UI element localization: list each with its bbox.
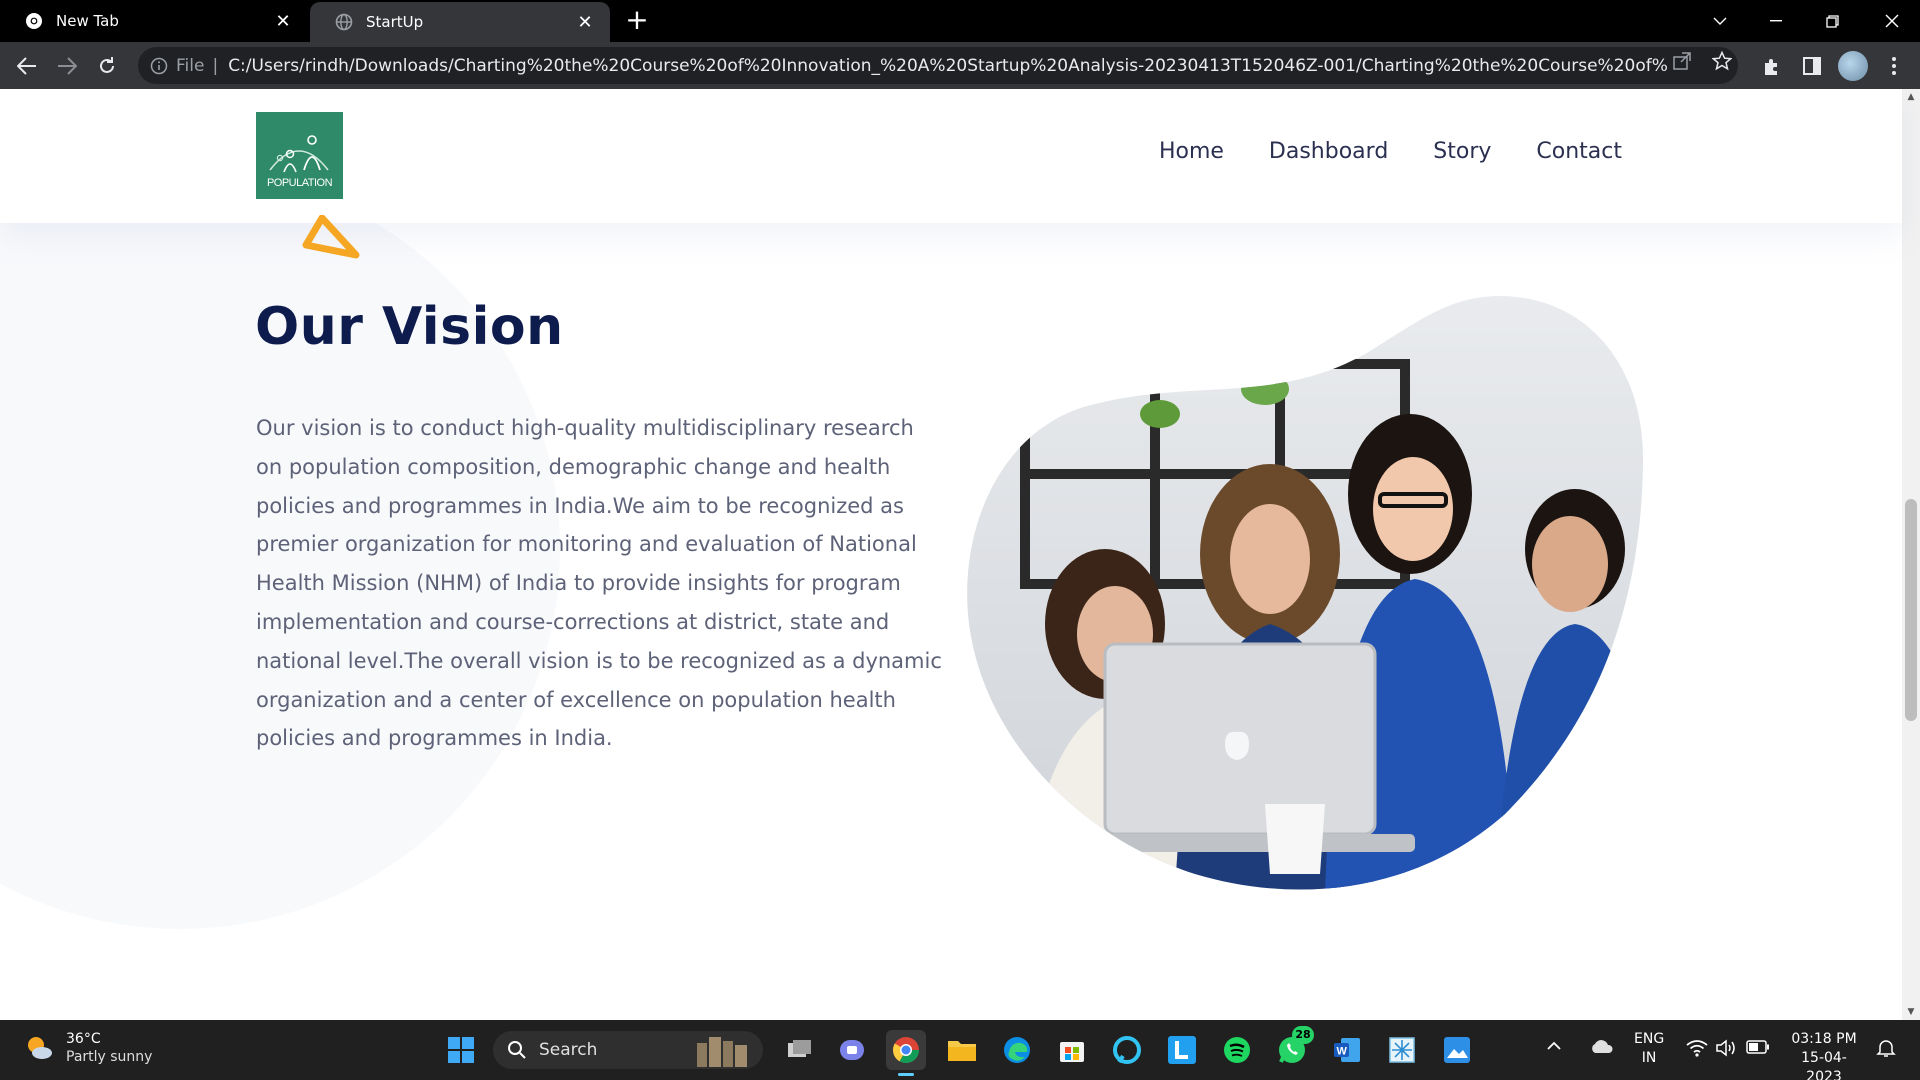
- scroll-thumb[interactable]: [1905, 499, 1917, 721]
- share-icon[interactable]: [1672, 51, 1692, 71]
- site-info-button[interactable]: File |: [150, 56, 228, 76]
- close-icon[interactable]: ✕: [574, 11, 596, 33]
- word-icon[interactable]: W: [1327, 1030, 1367, 1070]
- taskbar-search[interactable]: Search: [493, 1031, 763, 1069]
- file-explorer-icon[interactable]: [942, 1030, 982, 1070]
- active-indicator: [898, 1073, 914, 1076]
- onedrive-cloud-icon[interactable]: [1590, 1038, 1614, 1060]
- scroll-up-arrow-icon[interactable]: ▲: [1902, 89, 1920, 105]
- teams-chat-icon[interactable]: [832, 1030, 872, 1070]
- windows-taskbar: 36°C Partly sunny Search 28 W ENG IN 03:…: [0, 1020, 1920, 1080]
- nav-story[interactable]: Story: [1433, 139, 1491, 164]
- battery-icon[interactable]: [1746, 1040, 1770, 1060]
- extensions-puzzle-icon[interactable]: [1756, 50, 1788, 82]
- reload-icon[interactable]: [91, 50, 123, 82]
- tab-title: New Tab: [56, 12, 119, 30]
- windows-start-icon[interactable]: [441, 1030, 481, 1070]
- notification-bell-icon[interactable]: [1876, 1038, 1896, 1064]
- logo-text: POPULATION: [266, 177, 333, 189]
- nav-dashboard[interactable]: Dashboard: [1269, 139, 1388, 164]
- tab-search-chevron-icon[interactable]: [1692, 0, 1748, 42]
- photos-icon[interactable]: [1437, 1030, 1477, 1070]
- kebab-menu-icon[interactable]: [1878, 50, 1910, 82]
- nav-contact[interactable]: Contact: [1536, 139, 1622, 164]
- browser-tab-strip: New Tab ✕ StartUp ✕ +: [0, 0, 1920, 42]
- back-arrow-icon[interactable]: [11, 50, 43, 82]
- page-viewport: POPULATION Home Dashboard Story Contact …: [0, 89, 1920, 1020]
- url-text: C:/Users/rindh/Downloads/Charting%20the%…: [228, 55, 1669, 76]
- tab-title: StartUp: [366, 13, 424, 31]
- show-hidden-icons-chevron-icon[interactable]: [1546, 1038, 1562, 1057]
- microsoft-store-icon[interactable]: [1052, 1030, 1092, 1070]
- region-code: IN: [1641, 1050, 1657, 1066]
- page-scrollbar[interactable]: ▲ ▼: [1902, 89, 1920, 1020]
- snipping-tool-icon[interactable]: [1382, 1030, 1422, 1070]
- globe-icon: [334, 12, 354, 32]
- close-window-icon[interactable]: [1864, 0, 1920, 42]
- address-separator: |: [212, 55, 219, 76]
- spotify-icon[interactable]: [1217, 1030, 1257, 1070]
- whatsapp-icon[interactable]: 28: [1272, 1026, 1314, 1070]
- weather-temperature: 36°C: [66, 1031, 101, 1047]
- profile-avatar[interactable]: [1838, 51, 1868, 81]
- section-title: Our Vision: [255, 297, 564, 357]
- volume-icon[interactable]: [1716, 1039, 1738, 1063]
- clock-date: 15-04-2023: [1801, 1050, 1847, 1080]
- close-icon[interactable]: ✕: [272, 10, 294, 32]
- weather-condition: Partly sunny: [66, 1049, 153, 1065]
- wifi-icon[interactable]: [1686, 1039, 1708, 1063]
- scheme-label: File: [176, 55, 205, 76]
- scroll-down-arrow-icon[interactable]: ▼: [1902, 1004, 1920, 1020]
- browser-toolbar: File | C:/Users/rindh/Downloads/Charting…: [0, 42, 1920, 89]
- task-view-icon[interactable]: [779, 1030, 819, 1070]
- main-nav: Home Dashboard Story Contact: [1159, 139, 1622, 164]
- tab-new-tab[interactable]: New Tab ✕: [0, 0, 308, 42]
- new-tab-button[interactable]: +: [622, 6, 652, 36]
- restore-icon[interactable]: [1804, 0, 1860, 42]
- partly-sunny-icon: [28, 1037, 52, 1059]
- language-code: ENG: [1634, 1031, 1665, 1047]
- address-bar[interactable]: File | C:/Users/rindh/Downloads/Charting…: [138, 47, 1738, 84]
- svg-text:W: W: [1337, 1046, 1348, 1058]
- vision-paragraph: Our vision is to conduct high-quality mu…: [256, 416, 942, 751]
- site-logo[interactable]: POPULATION: [256, 112, 343, 199]
- l-app-icon[interactable]: [1162, 1030, 1202, 1070]
- bookmark-star-icon[interactable]: [1711, 50, 1733, 71]
- clock[interactable]: 03:18 PM 15-04-2023: [1786, 1030, 1862, 1080]
- chrome-icon: [24, 11, 44, 31]
- edge-icon[interactable]: [997, 1030, 1037, 1070]
- clock-time: 03:18 PM: [1791, 1031, 1857, 1047]
- forward-arrow-icon[interactable]: [51, 50, 83, 82]
- tab-startup[interactable]: StartUp ✕: [310, 2, 610, 42]
- search-highlight-icon: [697, 1037, 747, 1067]
- alexa-icon[interactable]: [1107, 1030, 1147, 1070]
- minimize-icon[interactable]: [1748, 0, 1804, 42]
- notification-badge: 28: [1292, 1026, 1314, 1044]
- team-photo: [965, 294, 1645, 894]
- triangle-decoration-icon: [302, 215, 360, 259]
- nav-home[interactable]: Home: [1159, 139, 1224, 164]
- search-label: Search: [539, 1040, 598, 1060]
- weather-widget[interactable]: 36°C Partly sunny: [24, 1030, 152, 1066]
- info-icon: [150, 57, 168, 74]
- language-indicator[interactable]: ENG IN: [1634, 1030, 1664, 1068]
- side-panel-icon[interactable]: [1796, 50, 1828, 82]
- chrome-taskbar-icon[interactable]: [886, 1030, 926, 1076]
- site-header: POPULATION Home Dashboard Story Contact: [0, 89, 1902, 223]
- search-icon: [508, 1041, 526, 1059]
